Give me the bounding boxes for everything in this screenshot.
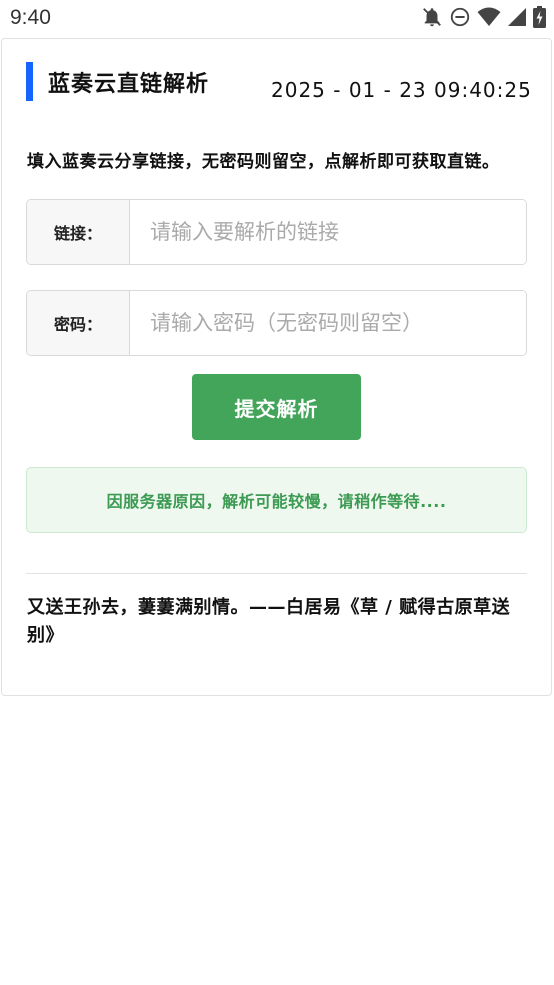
link-field: 链接： (26, 199, 527, 265)
battery-charging-icon (533, 6, 546, 28)
title-accent-bar (26, 62, 33, 101)
signal-icon (508, 8, 526, 26)
link-label: 链接： (27, 200, 130, 264)
footer-quote: 又送王孙去，萋萋满别情。——白居易《草 / 赋得古原草送别》 (27, 597, 511, 646)
divider (26, 573, 527, 574)
instructions-text: 填入蓝奏云分享链接，无密码则留空，点解析即可获取直链。 (27, 152, 500, 172)
do-not-disturb-icon (450, 7, 470, 27)
datetime-display: 2025 - 01 - 23 09:40:25 (271, 78, 532, 102)
password-input[interactable] (130, 291, 526, 355)
page-title: 蓝奏云直链解析 (48, 72, 210, 97)
status-time: 9:40 (10, 6, 51, 29)
status-bar: 9:40 (0, 0, 554, 36)
password-label: 密码： (27, 291, 130, 355)
submit-parse-button[interactable]: 提交解析 (192, 374, 361, 440)
wifi-icon (477, 7, 501, 26)
password-field: 密码： (26, 290, 527, 356)
server-notice: 因服务器原因，解析可能较慢，请稍作等待.... (26, 467, 527, 533)
notifications-off-icon (423, 8, 441, 27)
link-input[interactable] (130, 200, 526, 264)
status-icons (421, 6, 546, 28)
